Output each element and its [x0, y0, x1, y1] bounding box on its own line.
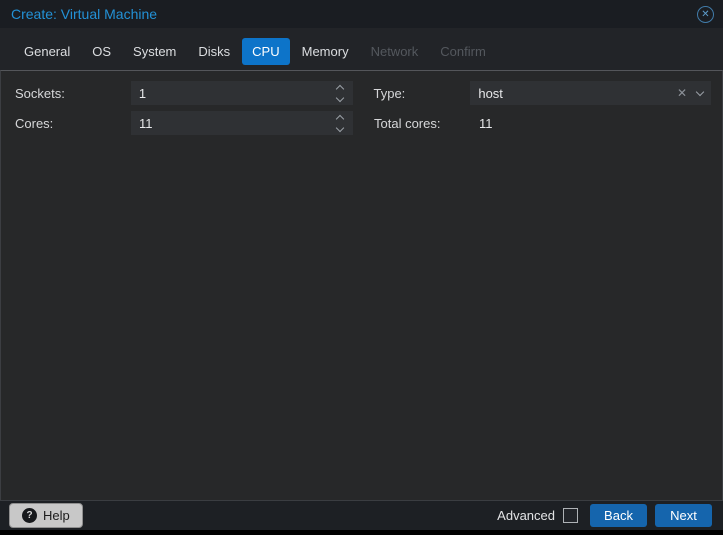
help-button-label: Help: [43, 508, 70, 523]
type-value[interactable]: host: [478, 86, 677, 101]
question-icon: ?: [22, 508, 37, 523]
tab-network: Network: [361, 38, 429, 65]
advanced-label: Advanced: [497, 508, 555, 523]
tab-memory[interactable]: Memory: [292, 38, 359, 65]
tab-general[interactable]: General: [14, 38, 80, 65]
tab-system[interactable]: System: [123, 38, 186, 65]
wizard-tabbar: General OS System Disks CPU Memory Netwo…: [0, 28, 723, 70]
sockets-label: Sockets:: [15, 86, 131, 101]
spinner-up-icon[interactable]: [335, 84, 343, 92]
sockets-spin-buttons[interactable]: [333, 86, 347, 101]
spinner-down-icon[interactable]: [336, 123, 344, 131]
close-icon[interactable]: ✕: [697, 6, 714, 23]
sockets-value[interactable]: 1: [139, 86, 333, 101]
total-cores-label: Total cores:: [374, 116, 471, 131]
tab-os[interactable]: OS: [82, 38, 121, 65]
dialog-title: Create: Virtual Machine: [11, 6, 157, 22]
dialog-footer: ? Help Advanced Back Next: [0, 500, 723, 530]
cores-spin-buttons[interactable]: [333, 116, 347, 131]
spinner-up-icon[interactable]: [336, 114, 344, 122]
clear-icon[interactable]: ✕: [677, 86, 687, 100]
type-combobox[interactable]: host ✕: [470, 81, 711, 105]
total-cores-value: 11: [471, 116, 493, 131]
cores-value[interactable]: 11: [139, 116, 333, 131]
type-label: Type:: [373, 86, 470, 101]
back-button[interactable]: Back: [590, 504, 647, 527]
bottom-strip: [0, 530, 723, 534]
next-button[interactable]: Next: [655, 504, 712, 527]
chevron-down-icon[interactable]: [696, 87, 704, 95]
form-row-1: Sockets: 1 Type: host ✕: [15, 81, 711, 105]
sockets-spinner[interactable]: 1: [131, 81, 353, 105]
spinner-down-icon[interactable]: [335, 93, 343, 101]
create-vm-dialog: Create: Virtual Machine ✕ General OS Sys…: [0, 0, 723, 535]
help-button[interactable]: ? Help: [9, 503, 83, 528]
tab-disks[interactable]: Disks: [188, 38, 240, 65]
cores-label: Cores:: [15, 116, 131, 131]
tab-confirm: Confirm: [430, 38, 496, 65]
dialog-titlebar: Create: Virtual Machine ✕: [0, 0, 723, 28]
tab-cpu[interactable]: CPU: [242, 38, 289, 65]
form-row-2: Cores: 11 Total cores: 11: [15, 111, 711, 135]
cpu-form-panel: Sockets: 1 Type: host ✕ Cores: 1: [0, 70, 723, 500]
advanced-checkbox[interactable]: [563, 508, 578, 523]
cores-spinner[interactable]: 11: [131, 111, 353, 135]
